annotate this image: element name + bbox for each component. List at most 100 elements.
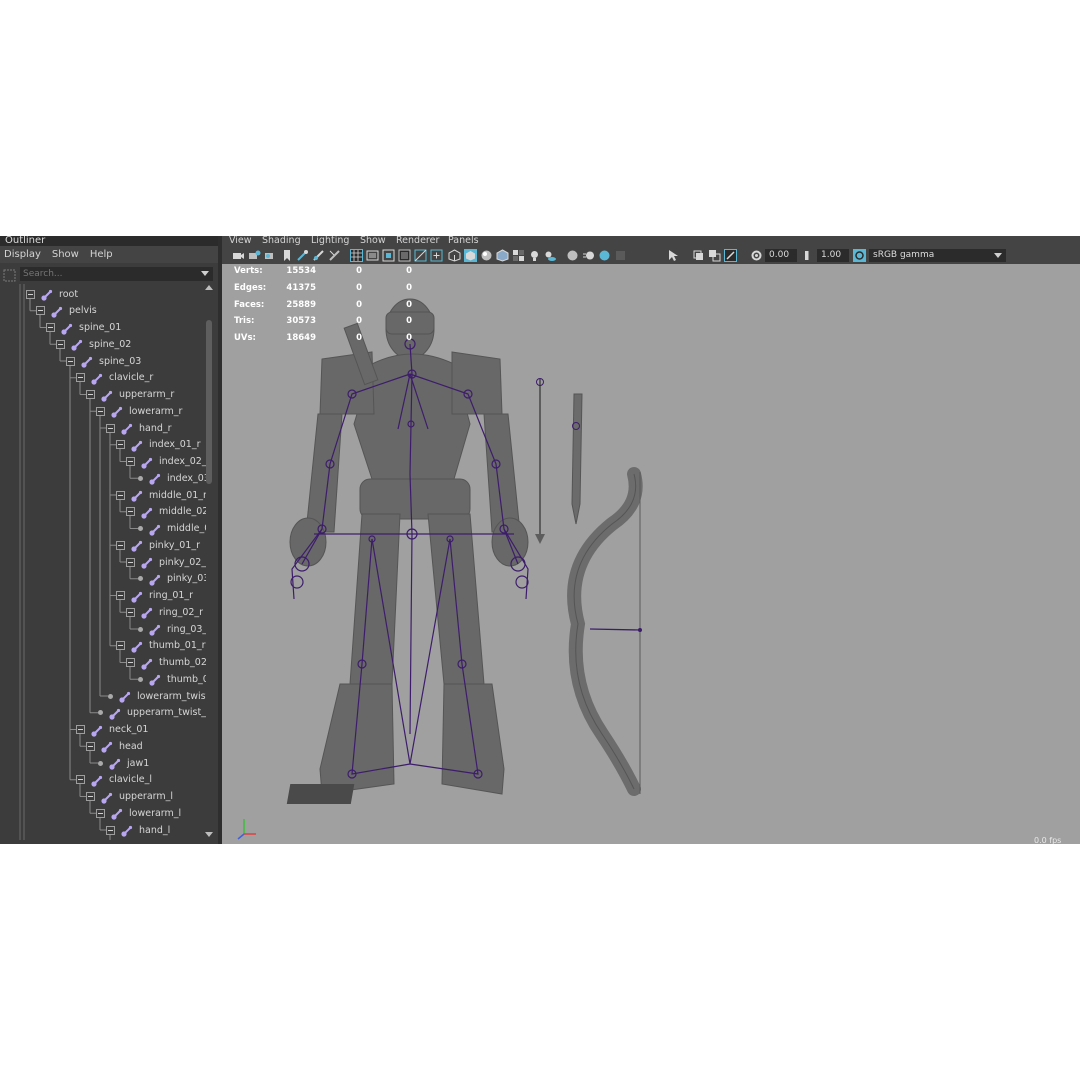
outliner-menu-show[interactable]: Show [52,249,79,260]
outliner-search-input[interactable] [20,267,213,281]
color-space-dropdown[interactable]: sRGB gamma [869,249,1006,262]
tree-item-ring_03_r[interactable]: ring_03_r [136,621,206,637]
collapse-toggle-icon[interactable] [116,641,125,651]
2d-pan-zoom-icon[interactable] [328,249,341,262]
sword-mesh[interactable] [571,393,583,525]
tree-item-middle_02[interactable]: middle_02_ [126,504,206,520]
3d-viewport[interactable]: Verts: 15534 0 0 Edges: 41375 0 0 Faces: 25889 0 0 T… [222,264,1080,844]
ambient-occlusion-icon[interactable] [566,249,579,262]
collapse-toggle-icon[interactable] [116,440,125,450]
tree-item-hand_l[interactable]: hand_l [106,822,170,838]
tree-item-lowerarm_twist[interactable]: lowerarm_twist_ [106,688,206,704]
lights-icon[interactable] [528,249,541,262]
tree-item-upperarm_l[interactable]: upperarm_l [86,789,173,805]
anti-aliasing-icon[interactable] [598,249,611,262]
tree-item-thumb_01_r[interactable]: thumb_01_r [116,638,206,654]
tree-item-root[interactable]: root [26,286,78,302]
viewport-menu-shading[interactable]: Shading [262,236,301,246]
tree-item-index_01_r[interactable]: index_01_r [116,437,201,453]
arrow-mesh[interactable] [535,378,545,545]
collapse-toggle-icon[interactable] [76,725,85,734]
collapse-toggle-icon[interactable] [96,808,105,818]
tree-item-lowerarm_r[interactable]: lowerarm_r [96,403,182,419]
collapse-toggle-icon[interactable] [26,289,35,299]
gamma-icon[interactable] [802,249,815,262]
outliner-menu-display[interactable]: Display [4,249,41,260]
tree-item-middle_0[interactable]: middle_0 [136,521,206,537]
filter-icon[interactable] [3,267,16,282]
grease-pencil-icon[interactable] [312,249,325,262]
tree-item-index_03[interactable]: index_03_ [136,470,206,486]
gate-mask-icon[interactable] [398,249,411,262]
default-material-icon[interactable] [480,249,493,262]
color-management-icon[interactable] [853,249,866,262]
tree-item-lowerarm_l[interactable]: lowerarm_l [96,805,181,821]
shadows-icon[interactable] [544,249,557,262]
collapse-toggle-icon[interactable] [126,557,135,567]
collapse-toggle-icon[interactable] [66,356,75,366]
collapse-toggle-icon[interactable] [116,540,125,550]
smooth-shade-icon[interactable] [464,249,477,262]
outliner-menu-help[interactable]: Help [90,249,113,260]
resolution-gate-icon[interactable] [382,249,395,262]
character-mesh[interactable] [289,298,529,795]
xray-icon[interactable] [692,249,705,262]
bookmark-icon[interactable] [280,249,293,262]
image-plane-icon[interactable] [296,249,309,262]
camera-icon[interactable] [232,249,245,262]
tree-item-jaw1[interactable]: jaw1 [96,755,149,771]
tree-item-clavicle_r[interactable]: clavicle_r [76,370,153,386]
tree-item-ring_01_r[interactable]: ring_01_r [116,588,193,604]
tree-item-pinky_03[interactable]: pinky_03_ [136,571,206,587]
scroll-down-icon[interactable] [205,832,213,837]
bow-mesh[interactable] [567,467,643,796]
tree-item-upperarm_twist_01[interactable]: upperarm_twist_01 [96,705,206,721]
tree-item-thumb_03[interactable]: thumb_03 [136,671,206,687]
gamma-field[interactable]: 1.00 [817,249,849,262]
checker-icon[interactable] [512,249,525,262]
collapse-toggle-icon[interactable] [116,591,125,600]
tree-item-spine_03[interactable]: spine_03 [66,353,141,369]
xray-active-icon[interactable] [708,249,721,262]
collapse-toggle-icon[interactable] [126,507,135,517]
bookmark-camera-icon[interactable] [264,249,277,262]
collapse-toggle-icon[interactable] [126,607,135,617]
search-dropdown-icon[interactable] [201,271,209,276]
tree-item-thumb_02_r[interactable]: thumb_02_r [126,655,206,671]
motion-blur-icon[interactable] [582,249,595,262]
camera-attributes-icon[interactable] [248,249,261,262]
exposure-icon[interactable] [750,249,763,262]
scrollbar-thumb[interactable] [206,320,212,484]
collapse-toggle-icon[interactable] [76,775,85,785]
film-gate-icon[interactable] [366,249,379,262]
tree-item-spine_02[interactable]: spine_02 [56,336,131,352]
outliner-scrollbar[interactable] [204,284,214,840]
collapse-toggle-icon[interactable] [86,390,95,399]
tree-item-middle_01_r[interactable]: middle_01_r [116,487,206,503]
tree-item-pelvis[interactable]: pelvis [36,303,97,319]
tree-item-pinky_01_r[interactable]: pinky_01_r [116,537,200,553]
tree-item-clavicle_l[interactable]: clavicle_l [76,772,152,788]
collapse-toggle-icon[interactable] [106,825,115,835]
field-chart-icon[interactable] [414,249,427,262]
safe-action-icon[interactable] [430,249,443,262]
tree-item-hand_r[interactable]: hand_r [106,420,172,436]
tree-item-index_02_r[interactable]: index_02_r [126,454,206,470]
viewport-menu-view[interactable]: View [229,236,252,246]
grid-icon[interactable] [350,249,363,262]
tree-item-pinky_02_r[interactable]: pinky_02_r [126,554,206,570]
collapse-toggle-icon[interactable] [86,792,95,801]
collapse-toggle-icon[interactable] [56,339,65,349]
collapse-toggle-icon[interactable] [126,457,135,466]
viewport-menu-renderer[interactable]: Renderer [396,236,439,246]
tree-item-neck_01[interactable]: neck_01 [76,722,148,738]
collapse-toggle-icon[interactable] [116,490,125,500]
viewport-menu-show[interactable]: Show [360,236,386,246]
tree-item-upperarm_r[interactable]: upperarm_r [86,387,174,403]
xray-joints-icon[interactable] [724,249,737,262]
collapse-toggle-icon[interactable] [126,658,135,667]
tree-item-spine_01[interactable]: spine_01 [46,320,121,336]
viewport-menu-panels[interactable]: Panels [448,236,479,246]
textured-icon[interactable] [496,249,509,262]
collapse-toggle-icon[interactable] [96,406,105,416]
